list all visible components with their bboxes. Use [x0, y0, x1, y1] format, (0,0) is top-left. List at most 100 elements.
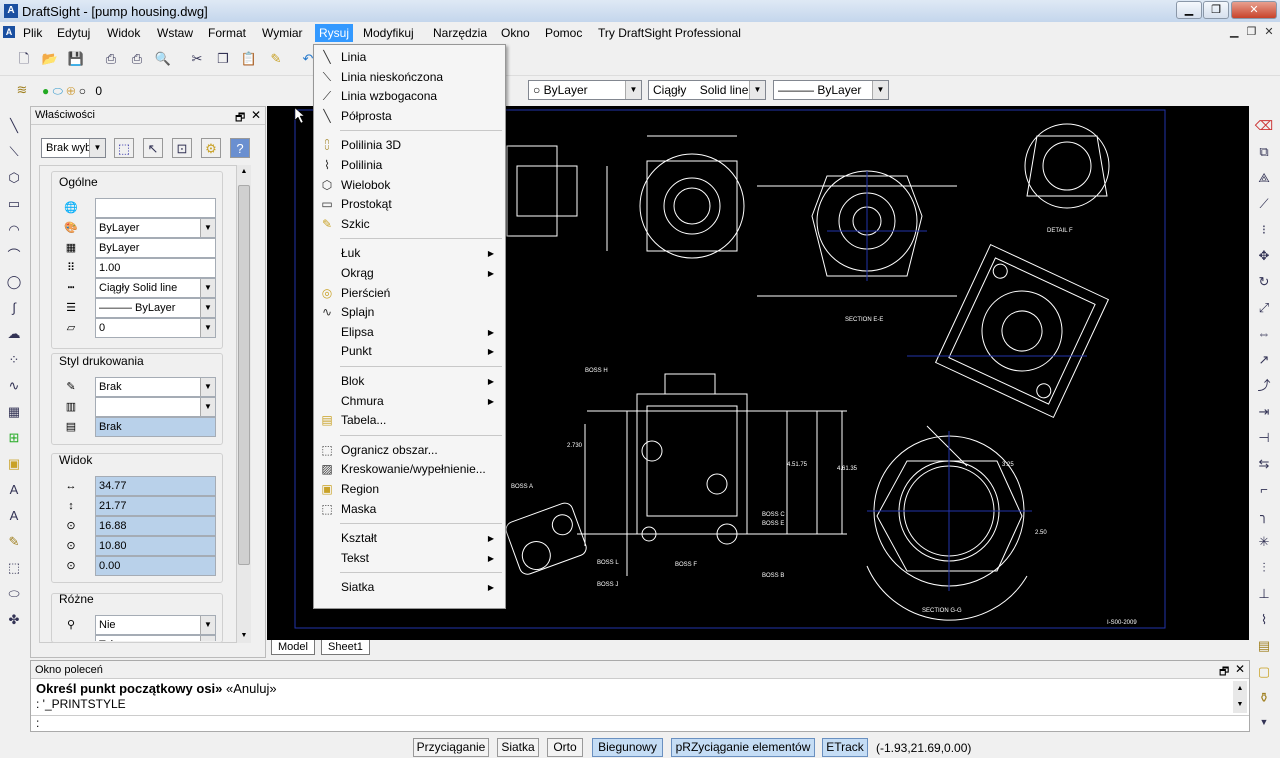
command-input[interactable]: : — [31, 715, 1249, 731]
infinite-line-tool-icon[interactable]: ⟍ — [4, 142, 24, 162]
trim-icon[interactable]: ⤴ — [1254, 376, 1274, 396]
polar-button[interactable]: Biegunowy — [592, 738, 663, 757]
join-icon[interactable]: ⇆ — [1254, 454, 1274, 474]
draw-menu-item-tabela[interactable]: ▤ Tabela... — [315, 411, 504, 430]
draw-menu-item-punkt[interactable]: Punkt ▶ — [315, 342, 504, 361]
rotate-icon[interactable]: ↻ — [1254, 272, 1274, 292]
color-combo[interactable]: ○ ByLayer ▼ — [528, 80, 642, 100]
edit-hatch-icon[interactable]: ▤ — [1254, 636, 1274, 656]
command-float-icon[interactable]: 🗗 — [1219, 663, 1229, 682]
offset-icon[interactable]: ⟋ — [1254, 194, 1274, 214]
grid-button[interactable]: Siatka — [497, 738, 539, 757]
simple-text-icon[interactable]: A — [4, 506, 24, 526]
paint-icon[interactable]: ⚱ — [1254, 688, 1274, 708]
entity-snap-button[interactable]: pRZyciąganie elementów — [671, 738, 815, 757]
snap-button[interactable]: Przyciąganie — [413, 738, 489, 757]
paste-icon[interactable]: 📋 — [239, 49, 259, 69]
draw-menu-item-chmura[interactable]: Chmura ▶ — [315, 392, 504, 411]
draw-menu-item-maska[interactable]: ⬚ Maska — [315, 500, 504, 519]
menu-widok[interactable]: Widok — [103, 24, 144, 42]
close-palette-icon[interactable]: ✕ — [251, 108, 261, 122]
save-icon[interactable]: 💾 — [66, 49, 86, 69]
rectangle-tool-icon[interactable]: ▭ — [4, 194, 24, 214]
pattern-icon[interactable]: ⁝ — [1254, 220, 1274, 240]
menu-edytuj[interactable]: Edytuj — [53, 24, 94, 42]
draw-menu-item-region[interactable]: ▣ Region — [315, 480, 504, 499]
menu-plik[interactable]: Plik — [19, 24, 46, 42]
sketch-tool-icon[interactable]: ✎ — [4, 532, 24, 552]
new-file-icon[interactable]: 🗋 — [14, 49, 34, 69]
misc-property-value[interactable]: Tak▼ — [95, 635, 216, 641]
draw-menu-item-linia[interactable]: ╲ Linia — [315, 48, 504, 67]
point-tool-icon[interactable]: ⁘ — [4, 350, 24, 370]
extend-icon[interactable]: ⇥ — [1254, 402, 1274, 422]
draw-menu-item-kreskowanie-wypełnienie[interactable]: ▨ Kreskowanie/wypełnienie... — [315, 460, 504, 479]
linetype-combo[interactable]: Ciągły Solid line ▼ — [648, 80, 766, 100]
lengthen-icon[interactable]: ↗ — [1254, 350, 1274, 370]
fillet-icon[interactable]: ╮ — [1254, 506, 1274, 526]
menu-pomoc[interactable]: Pomoc — [541, 24, 586, 42]
tab-sheet1[interactable]: Sheet1 — [321, 640, 370, 655]
command-scrollbar[interactable]: ▲ ▼ — [1233, 681, 1247, 713]
menu-modyfikuj[interactable]: Modyfikuj — [359, 24, 418, 42]
move-icon[interactable]: ✥ — [1254, 246, 1274, 266]
draw-menu-item-siatka[interactable]: Siatka ▶ — [315, 578, 504, 597]
format-painter-icon[interactable]: ✎ — [266, 49, 286, 69]
draw-menu-item-prostokąt[interactable]: ▭ Prostokąt — [315, 195, 504, 214]
draw-menu-item-ogranicz-obszar[interactable]: ⬚ Ogranicz obszar... — [315, 441, 504, 460]
erase-icon[interactable]: ⌫ — [1254, 116, 1274, 136]
draw-menu-item-polilinia-3d[interactable]: ⩇ Polilinia 3D — [315, 136, 504, 155]
copy-icon[interactable]: ❐ — [213, 49, 233, 69]
region-tool-icon[interactable]: ▣ — [4, 454, 24, 474]
menu-okno[interactable]: Okno — [497, 24, 534, 42]
menu-rysuj[interactable]: Rysuj — [315, 24, 354, 42]
scale-icon[interactable]: ⤢ — [1254, 298, 1274, 318]
zoom-preview-icon[interactable]: 🔍 — [153, 49, 173, 69]
open-folder-icon[interactable]: 📂 — [40, 49, 60, 69]
draw-menu-item-tekst[interactable]: Tekst ▶ — [315, 549, 504, 568]
arc-3pt-tool-icon[interactable]: ⌒ — [4, 246, 24, 266]
draw-menu-item-linia-wzbogacona[interactable]: ⟋ Linia wzbogacona — [315, 87, 504, 106]
maximize-button[interactable]: ❐ — [1203, 1, 1229, 19]
line-tool-icon[interactable]: ╲ — [4, 116, 24, 136]
minimize-button[interactable]: ▁ — [1176, 1, 1202, 19]
shape-tool-icon[interactable]: ✤ — [4, 610, 24, 630]
hatch-tool-icon[interactable]: ▦ — [4, 402, 24, 422]
command-close-icon[interactable]: ✕ — [1235, 662, 1245, 676]
lineweight-combo[interactable]: ——— ByLayer ▼ — [773, 80, 889, 100]
cloud-tool-icon[interactable]: ☁ — [4, 324, 24, 344]
draw-menu-item-okrąg[interactable]: Okrąg ▶ — [315, 264, 504, 283]
draw-menu-item-splajn[interactable]: ∿ Splajn — [315, 303, 504, 322]
print-icon[interactable]: ⎙ — [101, 49, 121, 69]
menu-try-draftsight-professional[interactable]: Try DraftSight Professional — [594, 24, 745, 42]
mirror-icon[interactable]: ⟁ — [1254, 168, 1274, 188]
edit-polyline-icon[interactable]: ⌇ — [1254, 610, 1274, 630]
misc-property-value[interactable]: Nie ▼ — [95, 615, 216, 635]
close-window-button[interactable]: ✕ — [1231, 1, 1277, 19]
draw-menu-item-łuk[interactable]: Łuk ▶ — [315, 244, 504, 263]
chamfer-icon[interactable]: ⌐ — [1254, 480, 1274, 500]
polygon-tool-icon[interactable]: ⬡ — [4, 168, 24, 188]
tab-model[interactable]: Model — [271, 640, 315, 655]
mask-tool-icon[interactable]: ⬚ — [4, 558, 24, 578]
explode-icon[interactable]: ✳ — [1254, 532, 1274, 552]
spline-tool-icon[interactable]: ∫ — [4, 298, 24, 318]
draw-menu-item-elipsa[interactable]: Elipsa ▶ — [315, 323, 504, 342]
copy-entity-icon[interactable]: ⧉ — [1254, 142, 1274, 162]
arc-tool-icon[interactable]: ◠ — [4, 220, 24, 240]
text-tool-icon[interactable]: A — [4, 480, 24, 500]
draw-menu-item-pierścień[interactable]: ◎ Pierścień — [315, 284, 504, 303]
insert-block-icon[interactable]: ⊞ — [4, 428, 24, 448]
draw-menu-item-polilinia[interactable]: ⌇ Polilinia — [315, 156, 504, 175]
cut-icon[interactable]: ✂ — [187, 49, 207, 69]
circle-tool-icon[interactable]: ◯ — [4, 272, 24, 292]
draw-menu-item-blok[interactable]: Blok ▶ — [315, 372, 504, 391]
menu-wymiar[interactable]: Wymiar — [258, 24, 307, 42]
menu-format[interactable]: Format — [204, 24, 250, 42]
menu-narzędzia[interactable]: Narzędzia — [429, 24, 491, 42]
draw-menu-item-wielobok[interactable]: ⬡ Wielobok — [315, 176, 504, 195]
draw-menu-item-linia-nieskończona[interactable]: ⟍ Linia nieskończona — [315, 68, 504, 87]
break-icon[interactable]: ⊣ — [1254, 428, 1274, 448]
doc-window-controls[interactable]: ▁❐✕ — [1230, 25, 1280, 38]
draw-menu-item-półprosta[interactable]: ╲ Półprosta — [315, 107, 504, 126]
